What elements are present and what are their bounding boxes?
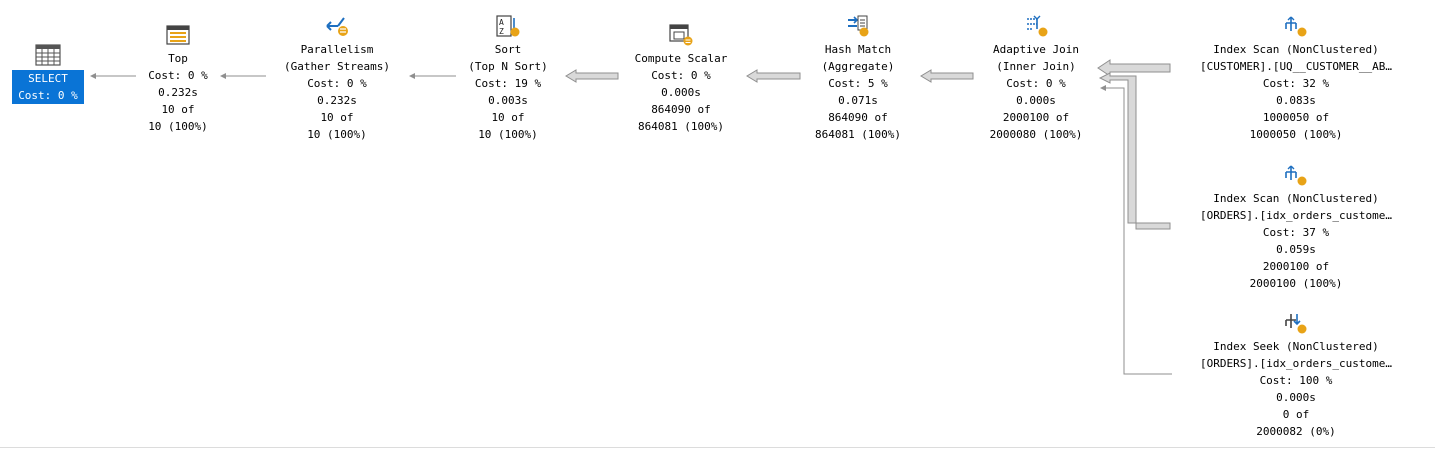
adaptive-join-rows-estimated: 2000080 (100%) (989, 128, 1083, 141)
index-scan-orders-time: 0.059s (1276, 243, 1316, 256)
index-scan-orders-rows-estimated: 2000100 (100%) (1249, 277, 1343, 290)
arrow-compute-to-sort (565, 69, 619, 83)
select-name: SELECT (28, 72, 68, 85)
compute-scalar-icon (669, 24, 693, 46)
bottom-divider (0, 447, 1435, 448)
svg-text:A: A (499, 18, 504, 27)
sort-node[interactable]: A Z Sort (Top N Sort) Cost: 19 % 0.003s … (448, 15, 568, 143)
parallelism-icon (326, 17, 348, 36)
index-scan-customer-cost: Cost: 32 % (1262, 77, 1330, 90)
index-seek-orders-rows-actual: 0 of (1282, 408, 1310, 421)
adaptive-join-rows-actual: 2000100 of (1002, 111, 1070, 124)
arrow-join-to-hash (920, 69, 974, 83)
parallelism-node[interactable]: Parallelism (Gather Streams) Cost: 0 % 0… (267, 15, 407, 143)
parallelism-cost: Cost: 0 % (307, 77, 367, 90)
sort-sub: (Top N Sort) (468, 60, 548, 73)
index-scan-orders-rows-actual: 2000100 of (1262, 260, 1330, 273)
parallelism-rows-estimated: 10 (100%) (307, 128, 367, 141)
top-name: Top (168, 52, 188, 65)
svg-text:Z: Z (499, 27, 504, 36)
arrow-hash-to-compute (746, 69, 801, 83)
top-cost: Cost: 0 % (148, 69, 208, 82)
parallelism-rows-actual: 10 of (320, 111, 354, 124)
sort-cost: Cost: 19 % (474, 77, 542, 90)
select-node[interactable]: SELECT Cost: 0 % (6, 44, 90, 104)
adaptive-join-icon (1027, 15, 1048, 37)
index-scan-orders-object: [ORDERS].[idx_orders_custome… (1199, 209, 1393, 222)
hash-match-cost: Cost: 5 % (828, 77, 888, 90)
top-time: 0.232s (158, 86, 198, 99)
index-scan-customer-node[interactable]: Index Scan (NonClustered) [CUSTOMER].[UQ… (1172, 15, 1420, 143)
adaptive-join-node[interactable]: Adaptive Join (Inner Join) Cost: 0 % 0.0… (970, 15, 1102, 143)
top-rows-estimated: 10 (100%) (148, 120, 208, 133)
hash-match-icon (848, 15, 869, 37)
select-cost: Cost: 0 % (18, 89, 78, 102)
sort-name: Sort (494, 43, 522, 56)
index-seek-orders-object: [ORDERS].[idx_orders_custome… (1199, 357, 1393, 370)
index-scan-icon (1285, 16, 1307, 37)
hash-match-rows-actual: 864090 of (828, 111, 888, 124)
index-seek-orders-time: 0.000s (1276, 391, 1316, 404)
adaptive-join-time: 0.000s (1016, 94, 1056, 107)
index-scan-orders-node[interactable]: Index Scan (NonClustered) [ORDERS].[idx_… (1172, 164, 1420, 292)
index-seek-orders-rows-estimated: 2000082 (0%) (1256, 425, 1336, 438)
parallelism-time: 0.232s (317, 94, 357, 107)
top-operator-icon (166, 25, 190, 45)
index-scan-orders-cost: Cost: 37 % (1262, 226, 1330, 239)
hash-match-time: 0.071s (838, 94, 878, 107)
index-seek-orders-cost: Cost: 100 % (1259, 374, 1333, 387)
sort-rows-actual: 10 of (491, 111, 525, 124)
compute-scalar-time: 0.000s (661, 86, 701, 99)
hash-match-name: Hash Match (824, 43, 892, 56)
hash-match-rows-estimated: 864081 (100%) (814, 128, 902, 141)
sort-rows-estimated: 10 (100%) (478, 128, 538, 141)
compute-scalar-rows-estimated: 864081 (100%) (637, 120, 725, 133)
index-scan-icon (1285, 165, 1307, 186)
index-scan-customer-object: [CUSTOMER].[UQ__CUSTOMER__AB… (1199, 60, 1393, 73)
compute-scalar-cost: Cost: 0 % (651, 69, 711, 82)
sort-time: 0.003s (488, 94, 528, 107)
execution-plan-canvas: SELECT Cost: 0 % Top Cost: 0 % 0.232s 10… (0, 0, 1435, 449)
select-node-label[interactable]: SELECT Cost: 0 % (12, 70, 84, 104)
adaptive-join-name: Adaptive Join (992, 43, 1080, 56)
index-seek-orders-node[interactable]: Index Seek (NonClustered) [ORDERS].[idx_… (1172, 312, 1420, 440)
index-scan-orders-name: Index Scan (NonClustered) (1213, 192, 1379, 205)
index-scan-customer-rows-estimated: 1000050 (100%) (1249, 128, 1343, 141)
hash-match-sub: (Aggregate) (821, 60, 895, 73)
adaptive-join-sub: (Inner Join) (996, 60, 1076, 73)
hash-match-node[interactable]: Hash Match (Aggregate) Cost: 5 % 0.071s … (798, 15, 918, 143)
compute-scalar-node[interactable]: Compute Scalar Cost: 0 % 0.000s 864090 o… (616, 24, 746, 135)
sort-icon: A Z (496, 15, 520, 37)
top-node[interactable]: Top Cost: 0 % 0.232s 10 of 10 (100%) (128, 24, 228, 135)
index-seek-icon (1285, 314, 1307, 334)
index-scan-customer-rows-actual: 1000050 of (1262, 111, 1330, 124)
arrow-orders-scan-to-join (1098, 72, 1171, 230)
parallelism-sub: (Gather Streams) (284, 60, 390, 73)
compute-scalar-name: Compute Scalar (634, 52, 728, 65)
select-result-icon (35, 44, 61, 66)
parallelism-name: Parallelism (300, 43, 374, 56)
index-seek-orders-name: Index Seek (NonClustered) (1213, 340, 1379, 353)
index-scan-customer-time: 0.083s (1276, 94, 1316, 107)
compute-scalar-rows-actual: 864090 of (651, 103, 711, 116)
arrow-index-seek-to-join (1104, 87, 1172, 375)
index-scan-customer-name: Index Scan (NonClustered) (1213, 43, 1379, 56)
top-rows-actual: 10 of (161, 103, 195, 116)
adaptive-join-cost: Cost: 0 % (1006, 77, 1066, 90)
